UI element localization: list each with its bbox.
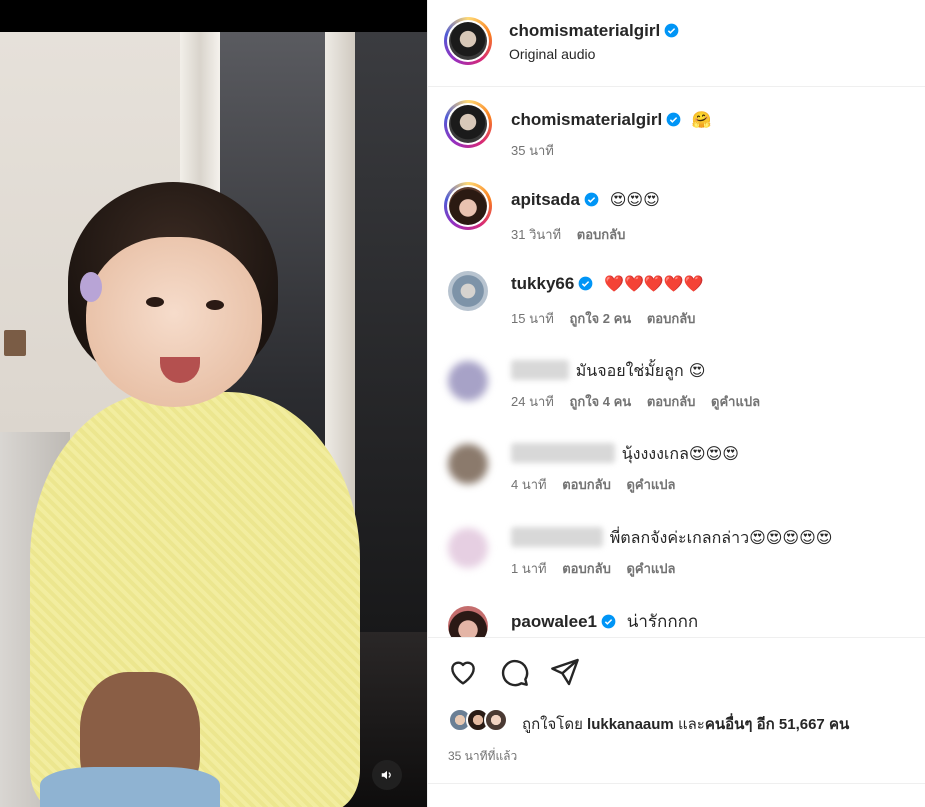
comment-text: น่ารักกกก	[626, 612, 699, 631]
post-header: chomismaterialgirl Original audio	[428, 0, 925, 87]
comment-likes[interactable]: ถูกใจ 4 คน	[569, 394, 631, 409]
comment-username[interactable]: paowalee1	[511, 612, 597, 631]
comment-likes[interactable]: ถูกใจ 2 คน	[569, 311, 631, 326]
reply-button[interactable]: ตอบกลับ	[647, 311, 696, 326]
comment-icon[interactable]	[498, 656, 530, 688]
comment-text: มันจอยใช่มั้ยลูก 😍	[575, 361, 706, 380]
comment-username[interactable]: apitsada	[511, 190, 580, 209]
post-media[interactable]	[0, 0, 427, 807]
likes-prefix: ถูกใจโดย	[522, 716, 583, 733]
author-avatar[interactable]	[444, 17, 492, 65]
verified-badge-icon	[664, 23, 679, 38]
reply-button[interactable]: ตอบกลับ	[562, 561, 611, 576]
comment-time[interactable]: 4 นาที	[511, 477, 547, 492]
avatar[interactable]	[448, 271, 488, 311]
comment-text: พี่ตลกจังค่ะเกลกล่าว😍😍😍😍😍	[609, 528, 833, 547]
verified-badge-icon	[584, 192, 599, 207]
comment-time[interactable]: 31 วินาที	[511, 227, 561, 242]
comments-list: chomismaterialgirl 🤗 35 นาที apitsada 😍😍…	[428, 88, 925, 637]
avatar[interactable]	[448, 444, 488, 484]
likers-avatars[interactable]	[448, 708, 518, 734]
reply-button[interactable]: ตอบกลับ	[577, 227, 626, 242]
comment-time[interactable]: 35 นาที	[511, 143, 554, 158]
verified-badge-icon	[666, 112, 681, 127]
likes-and: และ	[677, 716, 705, 733]
post-timestamp[interactable]: 35 นาทีที่แล้ว	[448, 747, 517, 766]
verified-badge-icon	[578, 276, 593, 291]
liker-username[interactable]: lukkanaaum	[587, 716, 674, 733]
divider	[427, 783, 925, 784]
mute-button[interactable]	[372, 760, 402, 790]
avatar[interactable]	[444, 100, 492, 148]
comment-username[interactable]: chomismaterialgirl	[511, 110, 662, 129]
comment-time[interactable]: 24 นาที	[511, 394, 554, 409]
reply-button[interactable]: ตอบกลับ	[647, 394, 696, 409]
audio-link[interactable]: Original audio	[509, 46, 595, 62]
comment-text: ❤️❤️❤️❤️❤️	[604, 274, 704, 293]
avatar[interactable]	[448, 606, 488, 637]
post-photo	[0, 32, 427, 807]
avatar[interactable]	[448, 361, 488, 401]
comment-text: นุ้งงงงเกล😍😍😍	[621, 444, 739, 463]
comment-time[interactable]: 15 นาที	[511, 311, 554, 326]
comment-username[interactable]: tukky66	[511, 274, 574, 293]
likes-others-link[interactable]: คนอื่นๆ อีก 51,667 คน	[705, 716, 849, 733]
avatar[interactable]	[448, 528, 488, 568]
comment-text: 🤗	[691, 110, 712, 129]
share-icon[interactable]	[549, 656, 581, 688]
wall-switch	[4, 330, 26, 356]
speaker-icon	[381, 770, 391, 780]
comment-text: 😍😍😍	[609, 190, 660, 209]
heart-icon[interactable]	[447, 656, 479, 688]
comment-username[interactable]	[511, 443, 615, 463]
comment-username[interactable]	[511, 360, 569, 380]
translate-button[interactable]: ดูคำแปล	[711, 394, 760, 409]
avatar[interactable]	[444, 182, 492, 230]
translate-button[interactable]: ดูคำแปล	[626, 561, 675, 576]
post-sidebar: chomismaterialgirl Original audio chomis…	[427, 0, 925, 807]
translate-button[interactable]: ดูคำแปล	[626, 477, 675, 492]
author-username[interactable]: chomismaterialgirl	[509, 21, 660, 40]
likes-summary: ถูกใจโดย lukkanaaum และคนอื่นๆ อีก 51,66…	[522, 712, 849, 736]
reply-button[interactable]: ตอบกลับ	[562, 477, 611, 492]
verified-badge-icon	[601, 614, 616, 629]
comment-time[interactable]: 1 นาที	[511, 561, 547, 576]
comment-username[interactable]	[511, 527, 603, 547]
